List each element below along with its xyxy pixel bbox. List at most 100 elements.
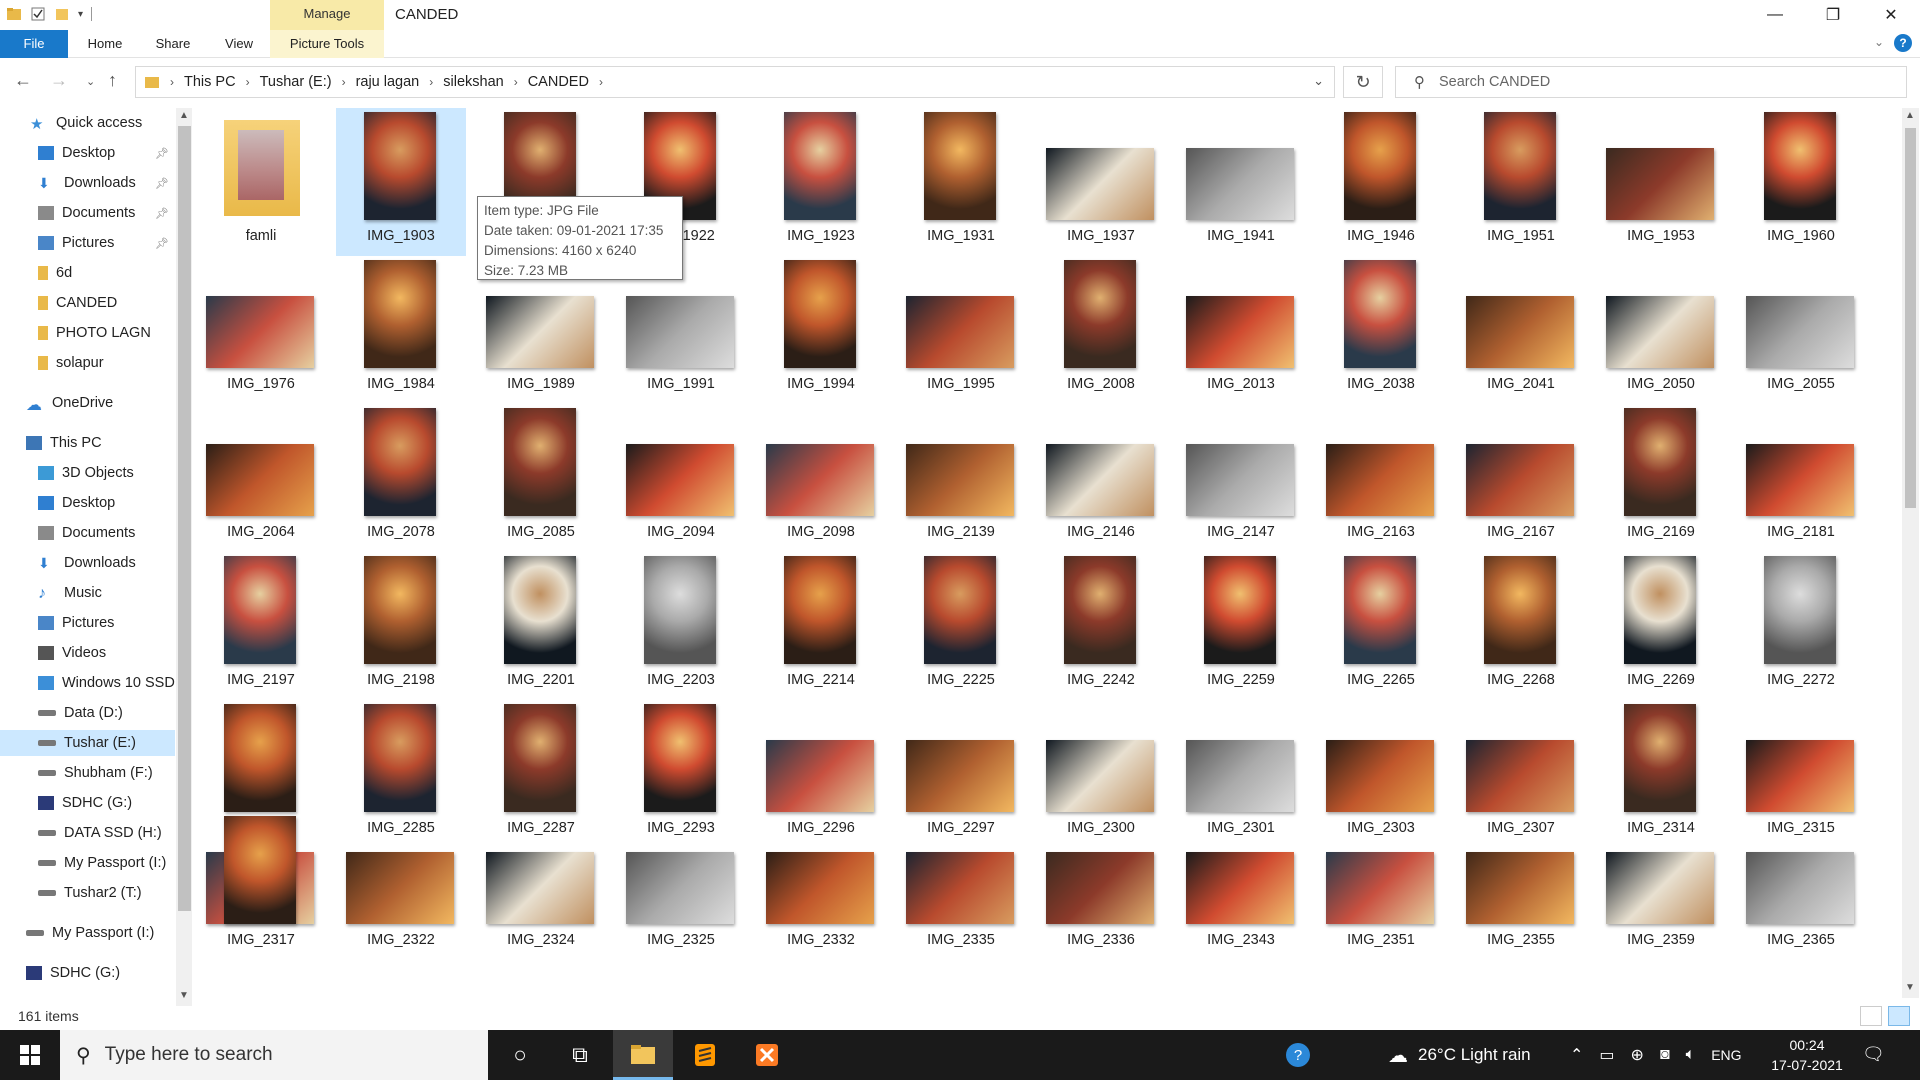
properties-icon[interactable] — [30, 6, 46, 22]
file-tile[interactable]: IMG_1923 — [756, 108, 886, 256]
chevron-right-icon[interactable]: › — [514, 75, 518, 89]
file-tile[interactable]: IMG_2269 — [1596, 552, 1726, 700]
file-tile[interactable]: IMG_2324 — [476, 812, 606, 960]
sidebar-item[interactable]: My Passport (I:) — [0, 850, 175, 876]
file-tile[interactable]: IMG_2055 — [1736, 256, 1866, 404]
file-tile[interactable]: IMG_2359 — [1596, 812, 1726, 960]
sidebar-item[interactable]: Shubham (F:) — [0, 760, 175, 786]
file-tile[interactable]: IMG_1903 — [336, 108, 466, 256]
sidebar-item[interactable]: Data (D:) — [0, 700, 175, 726]
file-tile[interactable]: IMG_1953 — [1596, 108, 1726, 256]
volume-icon[interactable]: 🔈︎ — [1686, 1046, 1696, 1064]
network-icon[interactable]: ⊕ — [1631, 1045, 1644, 1065]
file-tile[interactable]: IMG_1946 — [1316, 108, 1446, 256]
sidebar-item[interactable]: Documents 📌︎ — [0, 200, 175, 226]
file-tile[interactable]: IMG_2197 — [196, 552, 326, 700]
sidebar-item[interactable]: ★ Quick access — [0, 110, 175, 136]
help-tips-icon[interactable]: ? — [1268, 1030, 1328, 1080]
file-tile[interactable]: IMG_2351 — [1316, 812, 1446, 960]
back-icon[interactable]: ← — [14, 70, 32, 91]
sidebar-item[interactable]: Desktop 📌︎ — [0, 140, 175, 166]
cortana-icon[interactable]: ○ — [490, 1030, 550, 1080]
file-tile[interactable]: IMG_1937 — [1036, 108, 1166, 256]
file-tile[interactable]: IMG_2078 — [336, 404, 466, 552]
file-tile[interactable]: IMG_2214 — [756, 552, 886, 700]
sidebar-item[interactable]: This PC — [0, 430, 175, 456]
chevron-right-icon[interactable]: › — [246, 75, 250, 89]
restore-button[interactable]: ❐ — [1804, 0, 1862, 30]
file-tile[interactable]: IMG_1931 — [896, 108, 1026, 256]
picture-tools-tab[interactable]: Picture Tools — [270, 30, 384, 58]
sidebar-item[interactable]: Pictures — [0, 610, 175, 636]
breadcrumb-current[interactable]: CANDED — [528, 74, 589, 90]
clock[interactable]: 00:24 17-07-2021 — [1770, 1035, 1844, 1075]
sidebar-item[interactable]: CANDED — [0, 290, 175, 316]
sidebar-item[interactable]: SDHC (G:) — [0, 790, 175, 816]
help-icon[interactable]: ? — [1894, 34, 1912, 52]
breadcrumb-folder[interactable]: raju lagan — [356, 74, 420, 90]
file-tile[interactable] — [196, 812, 326, 960]
file-tile[interactable]: IMG_2147 — [1176, 404, 1306, 552]
chevron-right-icon[interactable]: › — [342, 75, 346, 89]
file-tile[interactable]: IMG_2008 — [1036, 256, 1166, 404]
file-tile[interactable]: IMG_1960 — [1736, 108, 1866, 256]
chevron-right-icon[interactable]: › — [599, 75, 603, 89]
sidebar-scrollbar[interactable]: ▲ ▼ — [176, 108, 192, 1006]
scroll-up-icon[interactable]: ▲ — [179, 110, 189, 121]
file-tile[interactable]: IMG_2355 — [1456, 812, 1586, 960]
sidebar-item[interactable]: PHOTO LAGN — [0, 320, 175, 346]
file-tile[interactable]: IMG_2259 — [1176, 552, 1306, 700]
file-tile[interactable]: IMG_2268 — [1456, 552, 1586, 700]
file-tile[interactable]: IMG_2336 — [1036, 812, 1166, 960]
file-tile[interactable]: IMG_2139 — [896, 404, 1026, 552]
file-tile[interactable]: IMG_1951 — [1456, 108, 1586, 256]
scroll-down-icon[interactable]: ▼ — [1905, 982, 1915, 993]
sidebar-item[interactable]: SDHC (G:) — [0, 960, 175, 986]
tab-home[interactable]: Home — [80, 30, 130, 58]
chevron-right-icon[interactable]: › — [170, 75, 174, 89]
file-tile[interactable]: IMG_2098 — [756, 404, 886, 552]
start-button[interactable] — [0, 1030, 60, 1080]
forward-icon[interactable]: → — [50, 70, 68, 91]
show-hidden-icons-icon[interactable]: ⌃ — [1570, 1045, 1583, 1065]
language-indicator[interactable]: ENG — [1711, 1047, 1741, 1063]
refresh-button[interactable]: ↻ — [1343, 66, 1383, 98]
file-tile[interactable]: IMG_2146 — [1036, 404, 1166, 552]
large-icons-view-icon[interactable] — [1888, 1006, 1910, 1026]
sidebar-item[interactable]: ⬇ Downloads — [0, 550, 175, 576]
file-tile[interactable]: IMG_2343 — [1176, 812, 1306, 960]
file-tile[interactable]: IMG_1976 — [196, 256, 326, 404]
file-tile[interactable]: IMG_2013 — [1176, 256, 1306, 404]
tab-share[interactable]: Share — [148, 30, 198, 58]
chevron-right-icon[interactable]: › — [429, 75, 433, 89]
sidebar-item[interactable]: 6d — [0, 260, 175, 286]
file-tile[interactable]: IMG_2201 — [476, 552, 606, 700]
minimize-button[interactable]: — — [1746, 0, 1804, 30]
file-tile[interactable]: IMG_2265 — [1316, 552, 1446, 700]
camera-icon[interactable]: ◙ — [1660, 1046, 1670, 1064]
sidebar-item[interactable]: DATA SSD (H:) — [0, 820, 175, 846]
file-tile[interactable]: IMG_2163 — [1316, 404, 1446, 552]
content-scrollbar[interactable]: ▲ ▼ — [1902, 108, 1919, 998]
details-view-icon[interactable] — [1860, 1006, 1882, 1026]
address-bar[interactable]: › This PC › Tushar (E:) › raju lagan › s… — [135, 66, 1335, 98]
breadcrumb-folder[interactable]: silekshan — [443, 74, 503, 90]
breadcrumb-drive[interactable]: Tushar (E:) — [260, 74, 332, 90]
weather-widget[interactable]: ☁ 26°C Light rain — [1388, 1030, 1531, 1080]
file-tile[interactable]: IMG_2050 — [1596, 256, 1726, 404]
file-tile[interactable]: IMG_2332 — [756, 812, 886, 960]
customize-qat-icon[interactable]: ▾ — [78, 9, 83, 20]
file-tile[interactable]: IMG_2167 — [1456, 404, 1586, 552]
sidebar-item[interactable]: 3D Objects — [0, 460, 175, 486]
xampp-icon[interactable] — [737, 1030, 797, 1080]
folder-tile[interactable]: famli — [196, 108, 326, 256]
breadcrumb-this-pc[interactable]: This PC — [184, 74, 236, 90]
file-tile[interactable]: IMG_2181 — [1736, 404, 1866, 552]
expand-ribbon-icon[interactable]: ⌄ — [1874, 35, 1884, 49]
file-tile[interactable]: IMG_1984 — [336, 256, 466, 404]
sidebar-item[interactable]: Windows 10 SSD — [0, 670, 175, 696]
battery-icon[interactable]: ▭ — [1599, 1045, 1614, 1065]
sidebar-item[interactable]: My Passport (I:) — [0, 920, 175, 946]
sidebar-item[interactable]: Pictures 📌︎ — [0, 230, 175, 256]
sidebar-item[interactable]: Desktop — [0, 490, 175, 516]
